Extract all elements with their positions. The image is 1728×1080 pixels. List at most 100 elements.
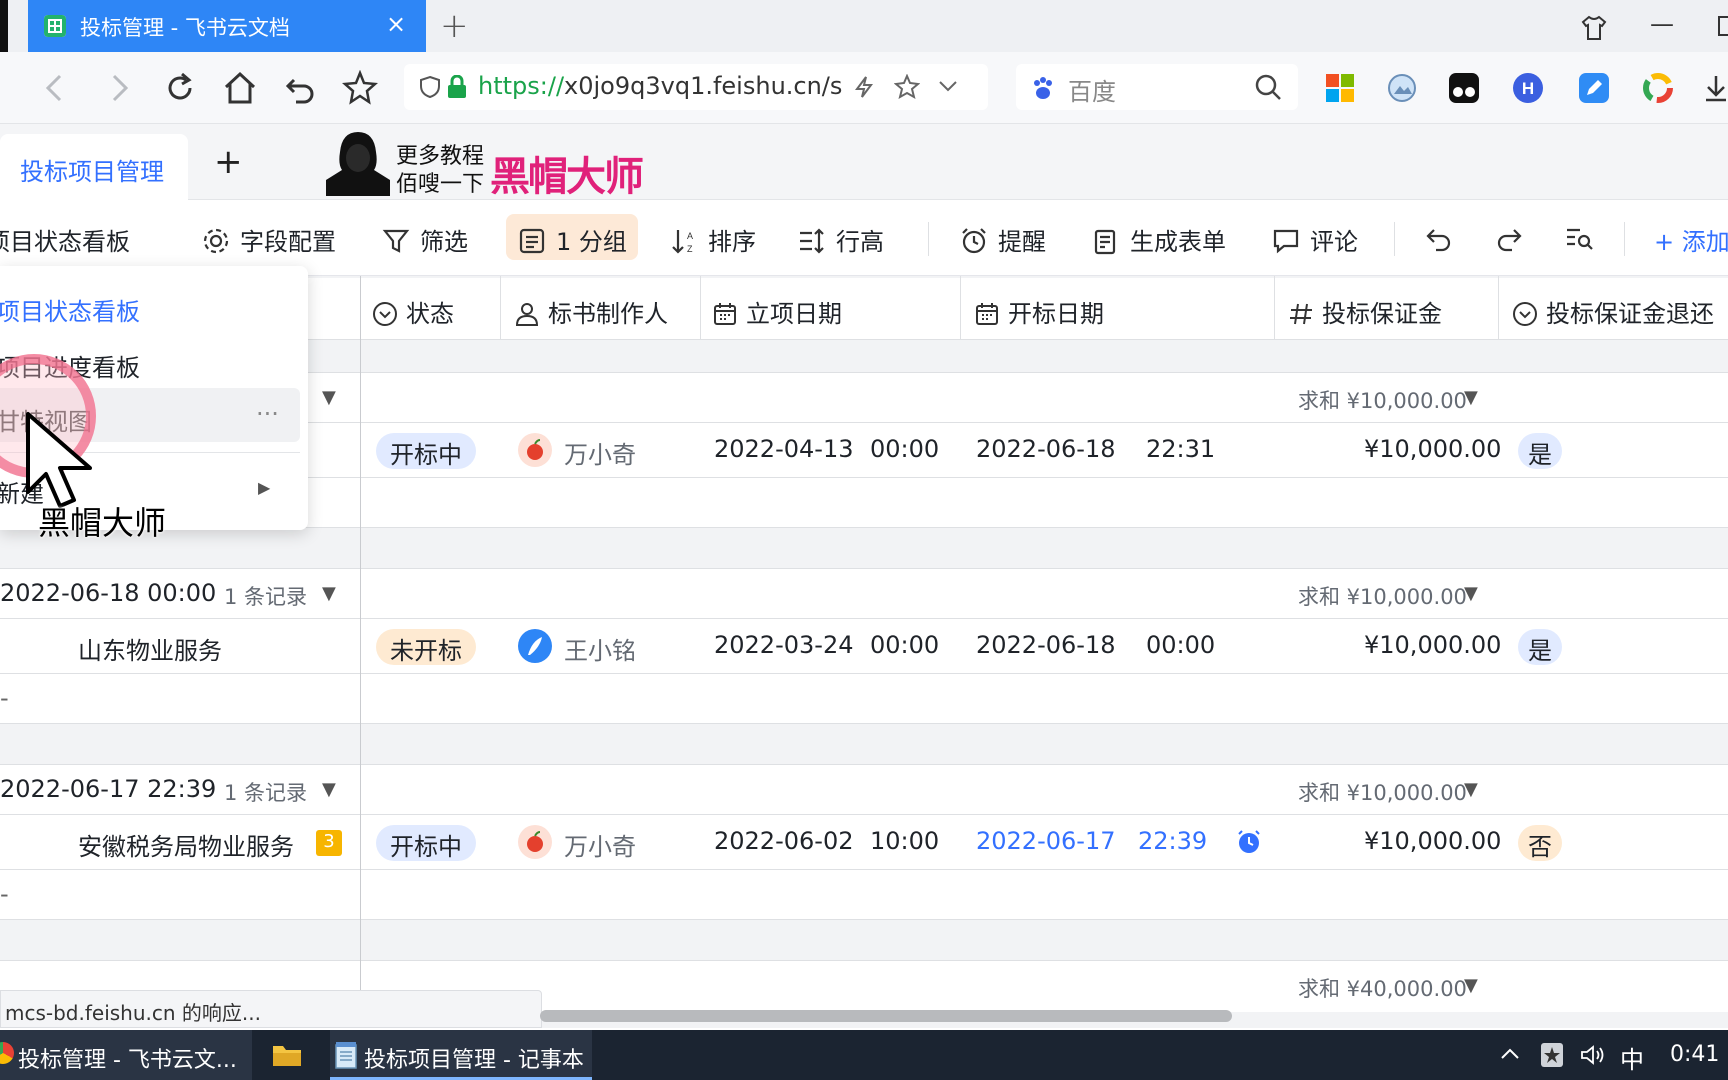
add-row[interactable]: - bbox=[0, 870, 1728, 920]
collapse-caret-icon[interactable]: ▼ bbox=[322, 387, 336, 408]
sort-icon: AZ bbox=[670, 227, 698, 255]
group-sum[interactable]: 求和 ¥40,000.00 bbox=[1298, 973, 1467, 1003]
project-date: 2022-06-02 bbox=[714, 827, 854, 855]
undo-icon[interactable] bbox=[282, 70, 318, 106]
download-icon[interactable] bbox=[1704, 72, 1728, 104]
column-header-maker[interactable]: 标书制作人 bbox=[514, 294, 668, 329]
sort-button[interactable]: A Z 排序 bbox=[670, 222, 756, 257]
undo-action-icon[interactable] bbox=[1424, 224, 1454, 254]
watermark-brand: 黑帽大师 bbox=[490, 154, 644, 200]
redo-action-icon[interactable] bbox=[1494, 224, 1524, 254]
row-height-label: 行高 bbox=[836, 228, 884, 256]
sum-caret-icon[interactable]: ▼ bbox=[1464, 779, 1478, 800]
edit-ext-icon[interactable] bbox=[1578, 72, 1610, 104]
forward-icon[interactable] bbox=[100, 70, 136, 106]
returned-tag: 是 bbox=[1518, 629, 1562, 665]
favorite-star-icon[interactable] bbox=[342, 70, 378, 106]
field-config-button[interactable]: 字段配置 bbox=[202, 222, 336, 257]
taskbar-browser[interactable]: 投标管理 - 飞书云文... bbox=[0, 1030, 252, 1080]
filter-button[interactable]: 筛选 bbox=[382, 222, 468, 257]
group-title: 2022-06-18 00:00 bbox=[0, 579, 217, 607]
add-row[interactable]: - bbox=[0, 674, 1728, 724]
bid-time: 00:00 bbox=[1146, 631, 1216, 659]
maximize-button[interactable] bbox=[1718, 16, 1728, 36]
bookmark-star-icon[interactable] bbox=[894, 74, 920, 100]
alarm-clock-icon[interactable] bbox=[1236, 829, 1262, 855]
group-list-icon bbox=[518, 227, 546, 255]
new-tab-button[interactable]: + bbox=[440, 6, 469, 46]
column-divider bbox=[500, 276, 501, 340]
volume-icon[interactable] bbox=[1580, 1044, 1606, 1066]
tray-chevron-up-icon[interactable] bbox=[1500, 1046, 1520, 1062]
system-clock[interactable]: 0:41 bbox=[1670, 1042, 1719, 1067]
doc-tab-active[interactable]: 投标项目管理 bbox=[0, 134, 188, 200]
menu-item-status-board[interactable]: 项目状态看板 bbox=[0, 280, 300, 332]
add-record-button[interactable]: + 添加 bbox=[1654, 222, 1728, 257]
search-box[interactable]: 百度 bbox=[1016, 64, 1298, 110]
add-table-button[interactable]: + bbox=[214, 142, 243, 182]
back-icon[interactable] bbox=[38, 70, 74, 106]
column-header-bid-date[interactable]: 开标日期 bbox=[974, 294, 1104, 329]
column-header-deposit[interactable]: 投标保证金 bbox=[1288, 294, 1442, 329]
reminder-button[interactable]: 提醒 bbox=[960, 222, 1046, 257]
chevron-down-icon[interactable] bbox=[938, 78, 958, 94]
calendar-icon bbox=[712, 301, 738, 327]
group-button[interactable]: 1 分组 bbox=[506, 214, 638, 260]
table-row[interactable]: 山东物业服务 未开标 王小铭 2022-03-24 00:00 2022-06-… bbox=[0, 618, 1728, 674]
taskbar-browser-label: 投标管理 - 飞书云文... bbox=[18, 1048, 237, 1073]
hacker-logo-icon bbox=[322, 130, 394, 196]
avatar bbox=[518, 825, 552, 859]
lightning-icon[interactable] bbox=[852, 75, 876, 99]
ime-indicator[interactable]: 中 bbox=[1620, 1040, 1644, 1075]
column-header-status[interactable]: 状态 bbox=[372, 294, 454, 329]
minimize-button[interactable]: — bbox=[1650, 10, 1674, 38]
shirt-icon[interactable] bbox=[1580, 14, 1608, 42]
close-tab-icon[interactable]: × bbox=[386, 10, 406, 38]
taskbar-explorer[interactable] bbox=[252, 1030, 326, 1080]
comment-count-badge[interactable]: 3 bbox=[316, 830, 342, 856]
view-switcher[interactable]: 项目状态看板 bbox=[0, 222, 130, 257]
refresh-icon[interactable] bbox=[162, 70, 198, 106]
tampermonkey-icon[interactable] bbox=[1448, 72, 1480, 104]
group-header[interactable]: 2022-06-18 00:00 1 条记录 ▼ 求和 ¥10,000.00 ▼ bbox=[0, 568, 1728, 620]
generate-form-button[interactable]: 生成表单 bbox=[1092, 222, 1226, 257]
collapse-caret-icon[interactable]: ▼ bbox=[322, 583, 336, 604]
sum-caret-icon[interactable]: ▼ bbox=[1464, 583, 1478, 604]
column-header-project-date[interactable]: 立项日期 bbox=[712, 294, 842, 329]
project-time: 00:00 bbox=[870, 435, 940, 463]
h-ext-icon[interactable]: H bbox=[1512, 72, 1544, 104]
screenshot-ext-icon[interactable] bbox=[1386, 72, 1418, 104]
group-sum[interactable]: 求和 ¥10,000.00 bbox=[1298, 777, 1467, 807]
taskbar-notepad[interactable]: 投标项目管理 - 记事本 bbox=[330, 1030, 592, 1080]
address-bar[interactable]: https://x0jo9q3vq1.feishu.cn/s bbox=[404, 64, 988, 110]
group-button-inner: 1 分组 bbox=[518, 222, 627, 257]
bid-date: 2022-06-18 bbox=[976, 435, 1116, 463]
browser-nav-bar: https://x0jo9q3vq1.feishu.cn/s 百度 H bbox=[0, 52, 1728, 124]
view-toolbar: 项目状态看板 字段配置 筛选 1 分组 A Z 排序 行高 提醒 生成表单 评论 +… bbox=[0, 200, 1728, 276]
group-count: 1 条记录 bbox=[224, 585, 308, 609]
group-header[interactable]: 2022-06-17 22:39 1 条记录 ▼ 求和 ¥10,000.00 ▼ bbox=[0, 764, 1728, 816]
horizontal-scrollbar[interactable] bbox=[540, 1010, 1232, 1022]
more-options-icon[interactable]: ··· bbox=[256, 400, 279, 428]
search-placeholder: 百度 bbox=[1068, 78, 1116, 106]
sum-caret-icon[interactable]: ▼ bbox=[1464, 975, 1478, 996]
folder-icon bbox=[272, 1042, 302, 1068]
comment-button[interactable]: 评论 bbox=[1272, 222, 1358, 257]
column-header-status-label: 状态 bbox=[406, 300, 454, 328]
group-sum[interactable]: 求和 ¥10,000.00 bbox=[1298, 581, 1467, 611]
home-icon[interactable] bbox=[222, 70, 258, 106]
row-height-button[interactable]: 行高 bbox=[798, 222, 884, 257]
search-icon[interactable] bbox=[1254, 73, 1282, 101]
sum-caret-icon[interactable]: ▼ bbox=[1464, 387, 1478, 408]
column-header-deposit-return[interactable]: 投标保证金退还 bbox=[1512, 294, 1714, 329]
find-icon[interactable] bbox=[1564, 224, 1594, 254]
table-row[interactable]: 安徽税务局物业服务 3 开标中 万小奇 2022-06-02 10:00 202… bbox=[0, 814, 1728, 870]
field-config-label: 字段配置 bbox=[240, 228, 336, 256]
collapse-caret-icon[interactable]: ▼ bbox=[322, 779, 336, 800]
group-sum[interactable]: 求和 ¥10,000.00 bbox=[1298, 385, 1467, 415]
browser-tab-active[interactable]: 投标管理 - 飞书云文档 × bbox=[28, 0, 426, 52]
alarm-icon bbox=[960, 227, 988, 255]
color-ring-icon[interactable] bbox=[1642, 72, 1674, 104]
tray-app-icon[interactable] bbox=[1540, 1042, 1564, 1068]
apps-grid-icon[interactable] bbox=[1324, 72, 1356, 104]
